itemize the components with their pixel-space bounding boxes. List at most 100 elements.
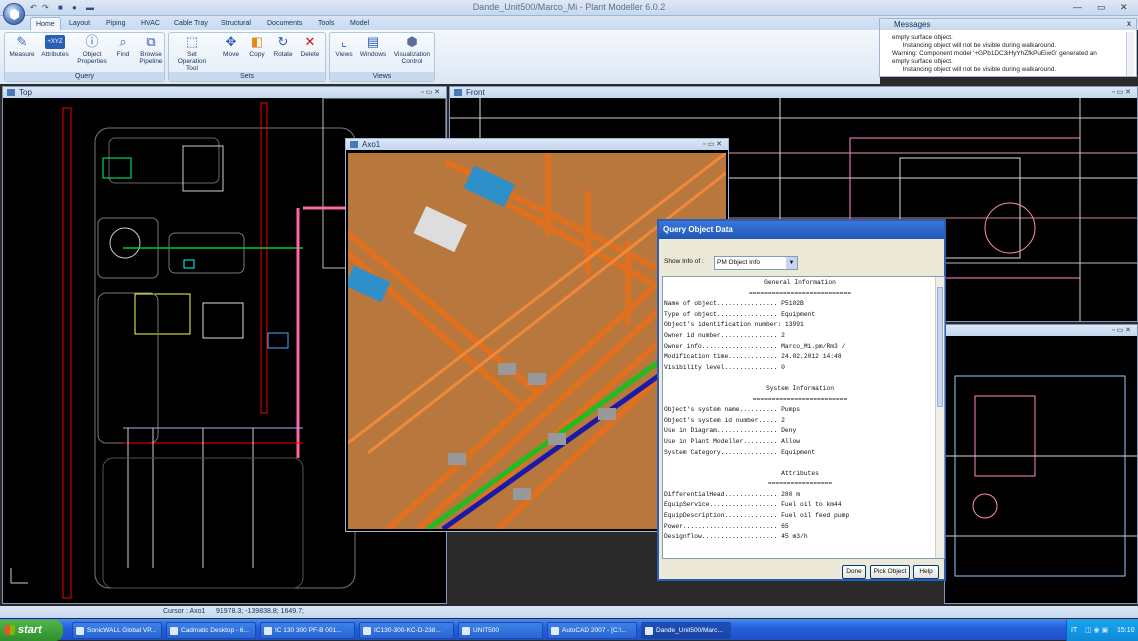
views-icon: ⌞ bbox=[340, 34, 348, 49]
info-line: System Information bbox=[765, 384, 835, 392]
minimize-button[interactable]: — bbox=[1073, 2, 1082, 12]
pdf-icon bbox=[363, 627, 371, 635]
tab-piping[interactable]: Piping bbox=[101, 17, 130, 30]
close-button[interactable]: ✕ bbox=[1120, 2, 1128, 13]
object-info-text: General Information =====================… bbox=[662, 276, 945, 559]
scrollbar-thumb[interactable] bbox=[937, 287, 943, 407]
info-line: Name of object................ P5102B bbox=[664, 300, 804, 308]
messages-panel: Messages x empty surface object. Instanc… bbox=[879, 18, 1137, 77]
taskbar-item[interactable]: UNIT500 bbox=[458, 622, 543, 639]
info-icon: ⓘ bbox=[85, 34, 99, 49]
message-line: Instancing object will not be visible du… bbox=[892, 66, 1057, 73]
help-button[interactable]: Help bbox=[913, 565, 939, 579]
windows-logo-icon bbox=[5, 625, 15, 635]
info-line bbox=[664, 373, 936, 384]
delete-icon: ✕ bbox=[304, 34, 316, 49]
done-button[interactable]: Done bbox=[842, 565, 866, 579]
object-info-lines: General Information =====================… bbox=[664, 278, 936, 543]
info-line: General Information bbox=[764, 279, 836, 286]
messages-close-button[interactable]: x bbox=[1127, 19, 1131, 28]
pdf-icon bbox=[264, 627, 272, 635]
info-line: Designflow.................... 45 m3/h bbox=[664, 533, 808, 541]
cursor-label: Cursor : Axo1 bbox=[163, 608, 206, 615]
tab-cable-tray[interactable]: Cable Tray bbox=[169, 17, 213, 30]
info-line: =========================== bbox=[748, 289, 852, 297]
chevron-down-icon[interactable]: ▼ bbox=[786, 257, 797, 269]
message-line: empty surface object. bbox=[892, 58, 953, 65]
taskbar-item[interactable]: IC 130 300 PF-B 001... bbox=[260, 622, 355, 639]
delete-button[interactable]: ✕ Delete bbox=[296, 34, 324, 59]
info-line: Object's identification number: 13991 bbox=[664, 321, 804, 329]
rotate-icon: ↻ bbox=[277, 34, 289, 49]
pane-title: Top bbox=[3, 87, 446, 98]
tab-model[interactable]: Model bbox=[345, 17, 374, 30]
copy-button[interactable]: ◧ Copy bbox=[243, 35, 271, 59]
side-view-drawing bbox=[945, 375, 1137, 577]
cursor-coordinates: 91978.3; -139838.8; 1649.7; bbox=[216, 608, 304, 615]
pick-object-button[interactable]: Pick Object bbox=[870, 565, 910, 579]
tab-hvac[interactable]: HVAC bbox=[136, 17, 165, 30]
language-indicator[interactable]: IT bbox=[1071, 620, 1077, 641]
pane-title-bar bbox=[945, 325, 1137, 336]
message-line: empty surface object. bbox=[892, 34, 953, 41]
messages-title: Messages bbox=[880, 19, 1136, 30]
info-line: Visibility level.............. 0 bbox=[664, 363, 785, 371]
views-group: ⌞ Views ▤ Windows ⬢ Visualization Control V… bbox=[329, 32, 435, 82]
app-logo-icon bbox=[10, 9, 19, 20]
maximize-button[interactable]: ▭ bbox=[1097, 2, 1106, 13]
side-view-pane[interactable]: ▫ ▭ ✕ bbox=[944, 324, 1138, 604]
tab-structural[interactable]: Structural bbox=[216, 17, 256, 30]
messages-scrollbar[interactable] bbox=[1126, 32, 1134, 76]
taskbar-item[interactable]: AutoCAD 2007 - [C:\... bbox=[547, 622, 637, 639]
set-operation-tool-button[interactable]: ⬚ Set Operation Tool bbox=[173, 35, 211, 73]
title-bar: ↶ ↷ ■ ● ▬ Dande_Unit500/Marco_Mi - Plant… bbox=[0, 0, 1138, 16]
query-group-label: Query bbox=[5, 72, 164, 81]
dialog-title: Query Object Data bbox=[659, 221, 944, 239]
move-button[interactable]: ✥ Move bbox=[217, 34, 245, 59]
info-line: EquipDescription.............. Fuel oil … bbox=[664, 512, 850, 520]
tab-home[interactable]: Home bbox=[30, 17, 61, 30]
pane-window-controls[interactable]: ▫ ▭ ✕ bbox=[1112, 87, 1131, 98]
show-info-select[interactable]: PM Object Info ▼ bbox=[714, 256, 798, 270]
show-info-label: Show Info of : bbox=[664, 258, 704, 265]
info-line: DifferentialHead.............. 280 m bbox=[664, 490, 801, 498]
tab-documents[interactable]: Documents bbox=[262, 17, 307, 30]
status-bar: Cursor : Axo1 91978.3; -139838.8; 1649.7… bbox=[0, 606, 1138, 618]
tray-icons[interactable]: ◫ ◉ ▣ bbox=[1085, 620, 1108, 641]
tab-tools[interactable]: Tools bbox=[313, 17, 339, 30]
rotate-button[interactable]: ↻ Rotate bbox=[269, 34, 297, 59]
taskbar-item[interactable]: SonicWALL Global VP... bbox=[72, 622, 162, 639]
info-line: Owner info.................... Marco_Mi.… bbox=[664, 342, 846, 350]
info-line: Object's system name.......... Pumps bbox=[664, 406, 801, 414]
views-button[interactable]: ⌞ Views bbox=[332, 34, 356, 59]
start-button[interactable]: start bbox=[0, 620, 63, 641]
pane-window-controls[interactable]: ▫ ▭ ✕ bbox=[1112, 325, 1131, 336]
object-info-scrollbar[interactable] bbox=[935, 277, 944, 558]
attributes-button[interactable]: +XYZ Attributes bbox=[39, 35, 71, 58]
taskbar: start SonicWALL Global VP... Cadmatic De… bbox=[0, 619, 1138, 641]
clock[interactable]: 15:10 bbox=[1117, 620, 1135, 641]
info-line: Power......................... 65 bbox=[664, 522, 789, 530]
taskbar-item[interactable]: Cadmatic Desktop - 6... bbox=[166, 622, 256, 639]
sets-group: ⬚ Set Operation Tool ✥ Move ◧ Copy ↻ Rotate … bbox=[168, 32, 326, 82]
windows-button[interactable]: ▤ Windows bbox=[358, 34, 388, 59]
windows-icon: ▤ bbox=[366, 34, 380, 49]
measure-button[interactable]: ✎ Measure bbox=[6, 35, 38, 59]
autocad-icon bbox=[551, 627, 559, 635]
application-menu-button[interactable] bbox=[3, 3, 25, 25]
find-icon: ⌕ bbox=[119, 34, 127, 49]
browse-pipeline-button[interactable]: ⧉ Browse Pipeline bbox=[135, 35, 167, 66]
taskbar-item[interactable]: IC130-300-KC-D-238... bbox=[359, 622, 454, 639]
app-icon bbox=[76, 627, 84, 635]
move-icon: ✥ bbox=[225, 34, 237, 49]
object-properties-button[interactable]: ⓘ Object Properties bbox=[76, 34, 108, 66]
pane-window-controls[interactable]: ▫ ▭ ✕ bbox=[421, 87, 440, 98]
pane-icon bbox=[454, 89, 462, 96]
info-line: Owner id number............... 2 bbox=[664, 331, 785, 339]
info-line bbox=[664, 458, 936, 469]
visualization-control-button[interactable]: ⬢ Visualization Control bbox=[390, 35, 434, 66]
xyz-icon: +XYZ bbox=[45, 35, 65, 49]
taskbar-item-active[interactable]: Dande_Unit500/Marc... bbox=[641, 622, 731, 639]
tab-layout[interactable]: Layout bbox=[64, 17, 95, 30]
pane-window-controls[interactable]: ▫ ▭ ✕ bbox=[703, 139, 722, 150]
